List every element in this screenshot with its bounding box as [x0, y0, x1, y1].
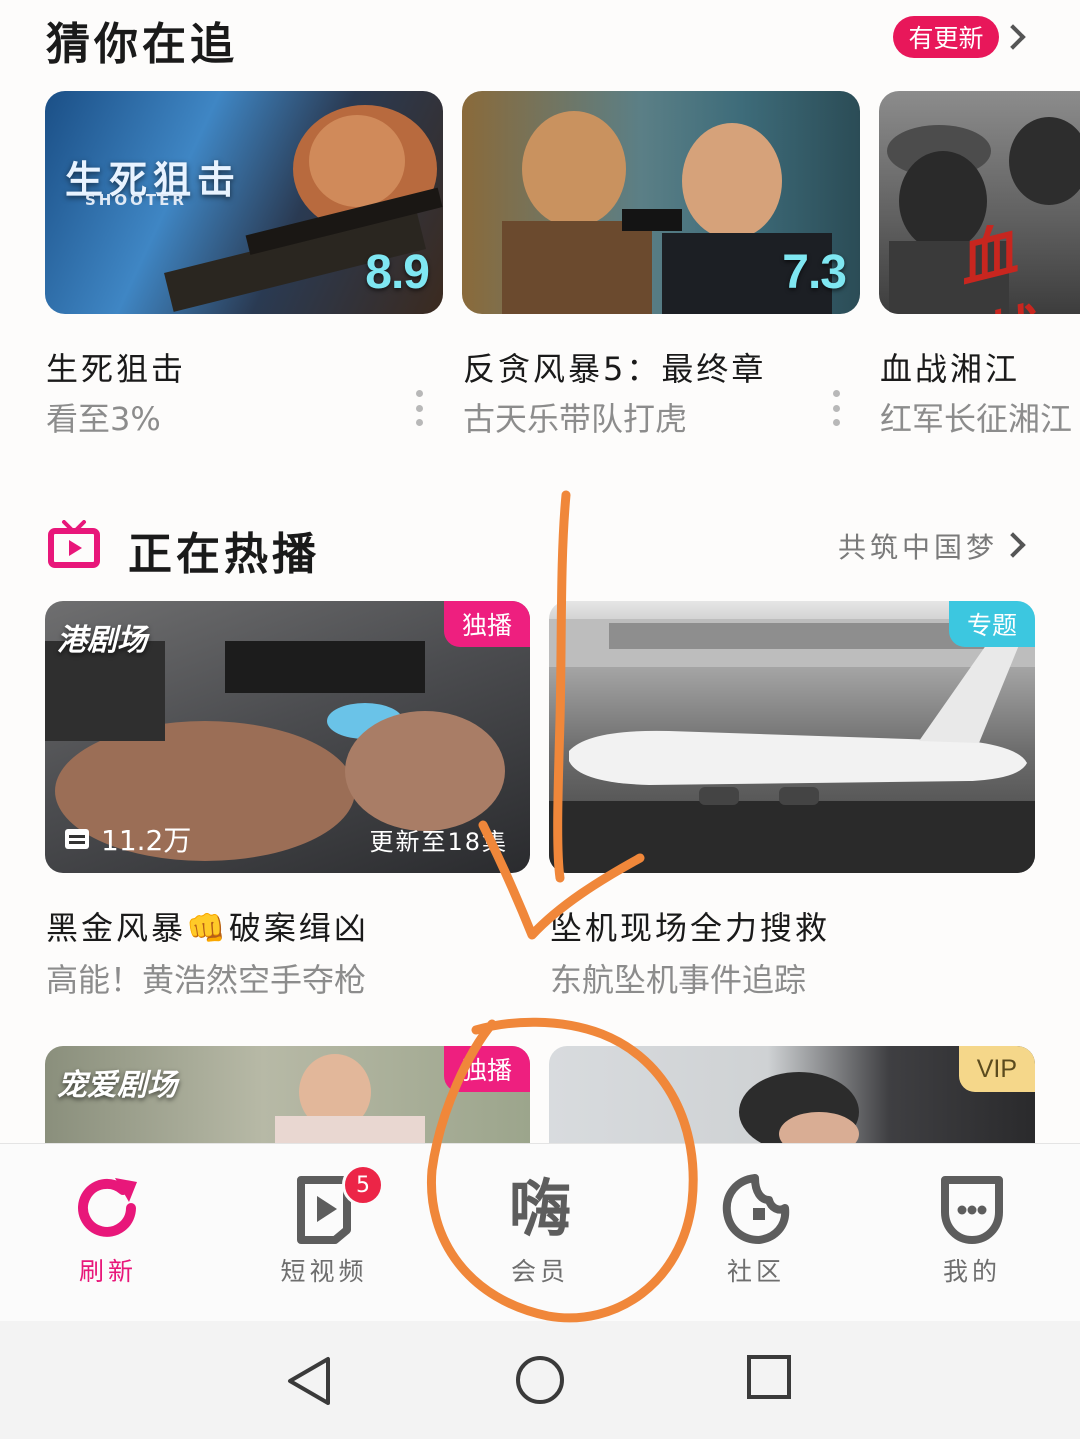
video-card[interactable]: 港剧场 独播 11.2万 更新至18集 [45, 601, 530, 873]
more-options-icon[interactable] [416, 390, 424, 426]
bottom-nav: 刷新 5 短视频 嗨 会员 社区 我的 [0, 1143, 1080, 1321]
video-card[interactable]: VIP [549, 1046, 1035, 1143]
video-card[interactable]: 专题 [549, 601, 1035, 873]
card-subtitle: 古天乐带队打虎 [463, 400, 688, 438]
section-title: 猜你在追 [46, 19, 238, 70]
member-icon: 嗨 [508, 1172, 571, 1245]
section-title: 正在热播 [128, 529, 320, 580]
card-title[interactable]: 血战湘江 [880, 344, 1020, 390]
more-options-icon[interactable] [833, 390, 841, 426]
video-card[interactable]: 宠爱剧场 独播 [45, 1046, 530, 1143]
view-count-value: 11.2万 [101, 824, 192, 857]
home-icon[interactable] [513, 1353, 567, 1407]
nav-short-video[interactable]: 5 短视频 [244, 1164, 404, 1288]
poster-card[interactable]: 生死狙击 SHOOTER 8.9 [45, 91, 443, 314]
view-count: 11.2万 [65, 819, 191, 859]
nav-label: 会员 [510, 1257, 569, 1286]
poster-card[interactable]: 7.3 [462, 91, 860, 314]
system-nav-bar [0, 1321, 1080, 1439]
profile-icon [941, 1176, 1003, 1244]
nav-label: 刷新 [78, 1257, 137, 1286]
nav-community[interactable]: 社区 [676, 1172, 836, 1288]
update-badge[interactable]: 有更新 [893, 16, 999, 58]
card-title[interactable]: 坠机现场全力搜救 [550, 903, 830, 949]
nav-profile[interactable]: 我的 [892, 1172, 1052, 1288]
nav-refresh[interactable]: 刷新 [28, 1172, 188, 1288]
nav-label: 我的 [942, 1257, 1001, 1286]
card-title[interactable]: 反贪风暴5：最终章 [463, 344, 766, 390]
channel-brand: 宠爱剧场 [57, 1068, 177, 1103]
back-icon[interactable] [284, 1353, 334, 1409]
card-subtitle: 红军长征湘江 [880, 400, 1073, 438]
card-subtitle: 高能！黄浩然空手夺枪 [46, 961, 367, 999]
chevron-right-icon[interactable] [1000, 24, 1026, 50]
comment-icon [65, 829, 89, 849]
poster-logo-sub: SHOOTER [85, 191, 187, 209]
recents-icon[interactable] [745, 1353, 793, 1401]
episode-status: 更新至18集 [369, 828, 508, 856]
exclusive-tag: 独播 [443, 1046, 530, 1092]
vip-tag: VIP [958, 1046, 1035, 1092]
section-header-hot: 正在热播 共筑中国梦 [0, 512, 1080, 580]
refresh-icon [78, 1178, 137, 1237]
card-subtitle: 东航坠机事件追踪 [550, 961, 807, 999]
nav-label: 短视频 [280, 1257, 368, 1286]
community-icon [722, 1174, 790, 1244]
exclusive-tag: 独播 [443, 601, 530, 647]
poster-card[interactable]: 血战 [879, 91, 1080, 314]
card-subtitle: 看至3% [46, 400, 161, 438]
nav-member[interactable]: 嗨 会员 [460, 1172, 620, 1288]
rating-score: 7.3 [782, 246, 847, 299]
more-link[interactable]: 共筑中国梦 [838, 526, 998, 566]
section-header-chase: 猜你在追 有更新 [0, 4, 1080, 70]
topic-tag: 专题 [948, 601, 1035, 647]
tv-icon [48, 520, 100, 568]
chevron-right-icon[interactable] [1000, 532, 1026, 558]
channel-brand: 港剧场 [57, 623, 147, 658]
notification-badge: 5 [342, 1164, 384, 1206]
card-title[interactable]: 生死狙击 [46, 344, 186, 390]
rating-score: 8.9 [365, 246, 430, 299]
card-title[interactable]: 黑金风暴👊破案缉凶 [46, 903, 369, 949]
nav-label: 社区 [726, 1257, 785, 1286]
